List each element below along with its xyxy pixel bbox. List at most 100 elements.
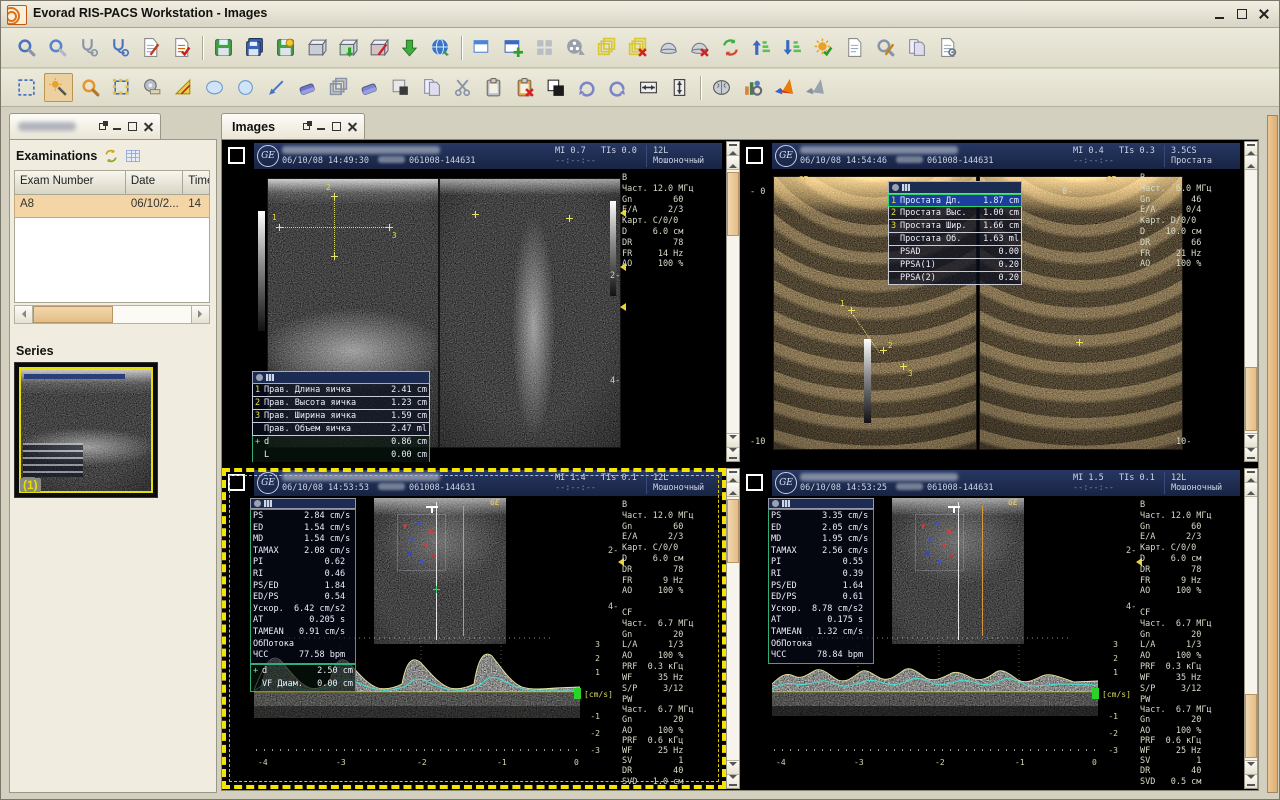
stethoscope-search-icon[interactable] xyxy=(75,34,102,61)
stethoscope-icon[interactable] xyxy=(106,34,133,61)
scroll-top-icon[interactable] xyxy=(1245,469,1257,483)
scroll-down-icon[interactable] xyxy=(1245,760,1257,774)
table-icon[interactable] xyxy=(125,148,141,164)
scroll-up-icon[interactable] xyxy=(727,156,739,170)
duplicate-icon[interactable] xyxy=(418,74,445,101)
rotate-ccw-icon[interactable] xyxy=(604,74,631,101)
line-arrow-icon[interactable] xyxy=(263,74,290,101)
table-header-icons[interactable] xyxy=(250,498,356,509)
zoom-icon[interactable] xyxy=(77,74,104,101)
viewport-prostate-b-mode[interactable]: GE 06/10/08 14:54:46 061008-144631 MI 0.… xyxy=(740,141,1244,462)
close-button[interactable] xyxy=(1257,7,1271,21)
refresh-icon[interactable] xyxy=(103,148,119,164)
select-rect-icon[interactable] xyxy=(13,74,40,101)
rotate-cw-icon[interactable] xyxy=(573,74,600,101)
scroll-bottom-icon[interactable] xyxy=(727,774,739,788)
image-scrollbar[interactable] xyxy=(1244,468,1258,789)
scroll-left-icon[interactable] xyxy=(15,306,33,323)
scroll-up-icon[interactable] xyxy=(1245,483,1257,497)
minimize-button[interactable] xyxy=(1213,7,1227,21)
table-header-icons[interactable] xyxy=(888,181,1022,194)
download-icon[interactable] xyxy=(396,34,423,61)
export-study-icon[interactable] xyxy=(334,34,361,61)
tab-query[interactable] xyxy=(9,113,161,140)
us-image-right[interactable] xyxy=(440,179,620,447)
image-scrollbar[interactable] xyxy=(726,141,740,462)
scroll-up-icon[interactable] xyxy=(1245,156,1257,170)
patient-search-icon[interactable] xyxy=(44,34,71,61)
scroll-top-icon[interactable] xyxy=(727,142,739,156)
viewport-scrotal-doppler-left[interactable]: GE 06/10/08 14:53:53 061008-144631 MI 1.… xyxy=(222,468,726,789)
new-layout-icon[interactable] xyxy=(500,34,527,61)
exam-time-cell[interactable]: 14 xyxy=(183,195,209,217)
copy-study-icon[interactable] xyxy=(903,34,930,61)
maximize-button[interactable] xyxy=(1235,7,1249,21)
minimize-icon[interactable] xyxy=(316,121,327,132)
image-select-checkbox[interactable] xyxy=(228,147,245,164)
archive-box-icon[interactable] xyxy=(303,34,330,61)
matlab-alt-icon[interactable] xyxy=(801,74,828,101)
scroll-bottom-icon[interactable] xyxy=(1245,774,1257,788)
image-scrollbar[interactable] xyxy=(1244,141,1258,462)
copy-frames-icon[interactable] xyxy=(325,74,352,101)
flip-vertical-icon[interactable] xyxy=(666,74,693,101)
paste-icon[interactable] xyxy=(480,74,507,101)
exam-number-cell[interactable]: A8 xyxy=(15,195,126,217)
close-icon[interactable] xyxy=(143,121,154,132)
close-icon[interactable] xyxy=(347,121,358,132)
table-header[interactable]: Exam Number Date Time xyxy=(14,170,210,195)
scroll-up-icon[interactable] xyxy=(727,483,739,497)
maximize-icon[interactable] xyxy=(331,121,342,132)
sort-desc-icon[interactable] xyxy=(779,34,806,61)
report-page-icon[interactable] xyxy=(841,34,868,61)
scroll-top-icon[interactable] xyxy=(1245,142,1257,156)
sort-asc-icon[interactable] xyxy=(748,34,775,61)
ellipse-icon[interactable] xyxy=(201,74,228,101)
scroll-bottom-icon[interactable] xyxy=(727,447,739,461)
new-window-icon[interactable] xyxy=(469,34,496,61)
eraser-icon[interactable] xyxy=(294,74,321,101)
invert-icon[interactable] xyxy=(542,74,569,101)
web-download-icon[interactable] xyxy=(427,34,454,61)
analysis-tools-icon[interactable] xyxy=(739,74,766,101)
save-all-icon[interactable] xyxy=(241,34,268,61)
b-mode-thumbnail[interactable] xyxy=(892,498,1024,644)
auto-window-icon[interactable] xyxy=(810,34,837,61)
eraser-small-icon[interactable] xyxy=(356,74,383,101)
flip-horizontal-icon[interactable] xyxy=(635,74,662,101)
exam-date-cell[interactable]: 06/10/2... xyxy=(126,195,183,217)
mpr-view-icon[interactable] xyxy=(655,34,682,61)
series-thumbnail[interactable]: (1) xyxy=(14,362,158,498)
image-select-checkbox[interactable] xyxy=(746,474,763,491)
float-icon[interactable] xyxy=(301,121,312,132)
scroll-right-icon[interactable] xyxy=(191,306,209,323)
remove-frames-icon[interactable] xyxy=(624,34,651,61)
scroll-down-icon[interactable] xyxy=(727,433,739,447)
float-icon[interactable] xyxy=(97,121,108,132)
stack-frames-icon[interactable] xyxy=(593,34,620,61)
remove-view-icon[interactable] xyxy=(686,34,713,61)
scroll-top-icon[interactable] xyxy=(727,469,739,483)
image-select-checkbox[interactable] xyxy=(746,147,763,164)
column-time[interactable]: Time xyxy=(183,171,209,194)
clear-clipboard-icon[interactable] xyxy=(511,74,538,101)
scroll-thumb[interactable] xyxy=(1245,367,1257,431)
brain-tools-icon[interactable] xyxy=(708,74,735,101)
image-select-checkbox[interactable] xyxy=(228,474,245,491)
study-settings-icon[interactable] xyxy=(934,34,961,61)
viewport-scrotal-doppler-right[interactable]: GE 06/10/08 14:53:25 061008-144631 MI 1.… xyxy=(740,468,1244,789)
scroll-thumb[interactable] xyxy=(33,306,113,323)
crop-icon[interactable] xyxy=(108,74,135,101)
matlab-icon[interactable] xyxy=(770,74,797,101)
worklist-check-icon[interactable] xyxy=(168,34,195,61)
layout-grid-icon[interactable] xyxy=(531,34,558,61)
image-scrollbar[interactable] xyxy=(726,468,740,789)
scroll-down-icon[interactable] xyxy=(1245,433,1257,447)
maximize-icon[interactable] xyxy=(127,121,138,132)
angle-icon[interactable] xyxy=(170,74,197,101)
scroll-thumb[interactable] xyxy=(727,172,739,236)
measure-icon[interactable] xyxy=(139,74,166,101)
cine-loop-icon[interactable] xyxy=(562,34,589,61)
h-scrollbar[interactable] xyxy=(14,305,210,324)
save-icon[interactable] xyxy=(210,34,237,61)
